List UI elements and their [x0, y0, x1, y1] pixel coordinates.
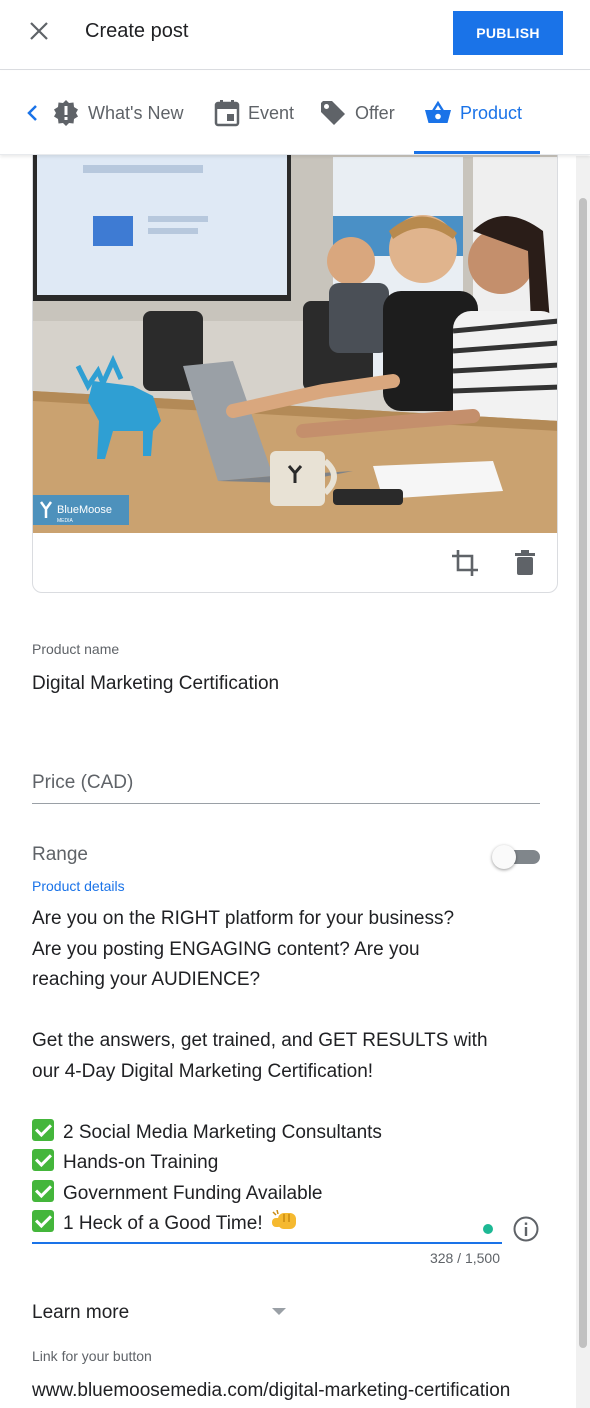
tab-product[interactable]: Product	[424, 96, 522, 130]
tab-offer[interactable]: Offer	[319, 96, 395, 130]
check-mark-icon	[32, 1149, 54, 1171]
details-line: our 4-Day Digital Marketing Certificatio…	[32, 1061, 374, 1082]
price-field[interactable]: Price (CAD)	[32, 762, 540, 804]
details-item-text: 2 Social Media Marketing Consultants	[63, 1122, 382, 1143]
tag-icon	[321, 101, 345, 125]
tab-label: What's New	[88, 102, 184, 123]
product-details-label: Product details	[32, 878, 125, 894]
close-button[interactable]	[22, 14, 56, 48]
details-line: Are you on the RIGHT platform for your b…	[32, 908, 455, 929]
button-link-input[interactable]	[32, 1376, 540, 1406]
details-item-text: 1 Heck of a Good Time!	[63, 1213, 263, 1234]
post-type-tabs: What's New Event Offer Product	[0, 71, 590, 155]
product-name-label: Product name	[32, 641, 120, 657]
details-item-text: Hands-on Training	[63, 1152, 219, 1173]
crop-icon	[452, 550, 478, 576]
chevron-left-icon	[27, 105, 37, 121]
product-details-textarea[interactable]: Are you on the RIGHT platform for your b…	[32, 904, 502, 1244]
grammar-status-dot	[483, 1224, 493, 1234]
details-item-text: Government Funding Available	[63, 1183, 323, 1204]
tab-label: Offer	[355, 102, 395, 123]
fist-emoji-icon	[271, 1210, 296, 1229]
active-tab-indicator	[414, 151, 540, 154]
price-placeholder: Price (CAD)	[32, 772, 134, 793]
tab-label: Product	[460, 102, 523, 123]
details-checklist-item: 1 Heck of a Good Time!	[32, 1209, 298, 1239]
trash-icon	[515, 550, 535, 575]
info-icon	[513, 1216, 539, 1242]
details-checklist-item: 2 Social Media Marketing Consultants	[32, 1118, 382, 1148]
megaphone-badge-icon	[54, 100, 78, 126]
dialog-header: Create post PUBLISH	[0, 0, 590, 70]
link-label: Link for your button	[32, 1348, 152, 1364]
tab-whats-new[interactable]: What's New	[52, 96, 183, 130]
photo-logo-subtext: MEDIA	[57, 518, 74, 524]
tab-label: Event	[248, 102, 295, 123]
select-value: Learn more	[32, 1302, 130, 1323]
details-line: Get the answers, get trained, and GET RE…	[32, 1030, 488, 1051]
product-name-input[interactable]: Digital Marketing Certification	[32, 673, 279, 695]
character-count: 328 / 1,500	[429, 1250, 500, 1266]
scrollbar-thumb[interactable]	[579, 198, 587, 1348]
tab-event[interactable]: Event	[214, 96, 294, 130]
product-photo: BlueMoose MEDIA	[33, 121, 557, 533]
toggle-knob	[492, 845, 516, 869]
publish-button[interactable]: PUBLISH	[453, 11, 563, 55]
range-label: Range	[32, 844, 88, 865]
photo-logo-text: BlueMoose	[57, 504, 112, 516]
tabs-scroll-left-button[interactable]	[20, 99, 44, 127]
shopping-basket-icon	[425, 100, 451, 123]
product-image-card: BlueMoose MEDIA	[32, 120, 558, 593]
check-mark-icon	[32, 1210, 54, 1232]
details-checklist-item: Hands-on Training	[32, 1148, 218, 1178]
details-checklist-item: Government Funding Available	[32, 1179, 322, 1209]
details-line: reaching your AUDIENCE?	[32, 969, 261, 990]
button-type-select[interactable]: Learn more	[32, 1290, 292, 1334]
delete-image-button[interactable]	[507, 545, 543, 581]
check-mark-icon	[32, 1180, 54, 1202]
dropdown-arrow-icon	[272, 1308, 286, 1315]
close-icon	[30, 22, 48, 40]
dialog-title: Create post	[85, 20, 189, 42]
info-button[interactable]	[512, 1215, 540, 1243]
image-actions	[33, 533, 557, 592]
crop-button[interactable]	[447, 545, 483, 581]
range-toggle[interactable]	[492, 845, 540, 869]
check-mark-icon	[32, 1119, 54, 1141]
calendar-icon	[214, 100, 240, 127]
details-line: Are you posting ENGAGING content? Are yo…	[32, 939, 420, 960]
